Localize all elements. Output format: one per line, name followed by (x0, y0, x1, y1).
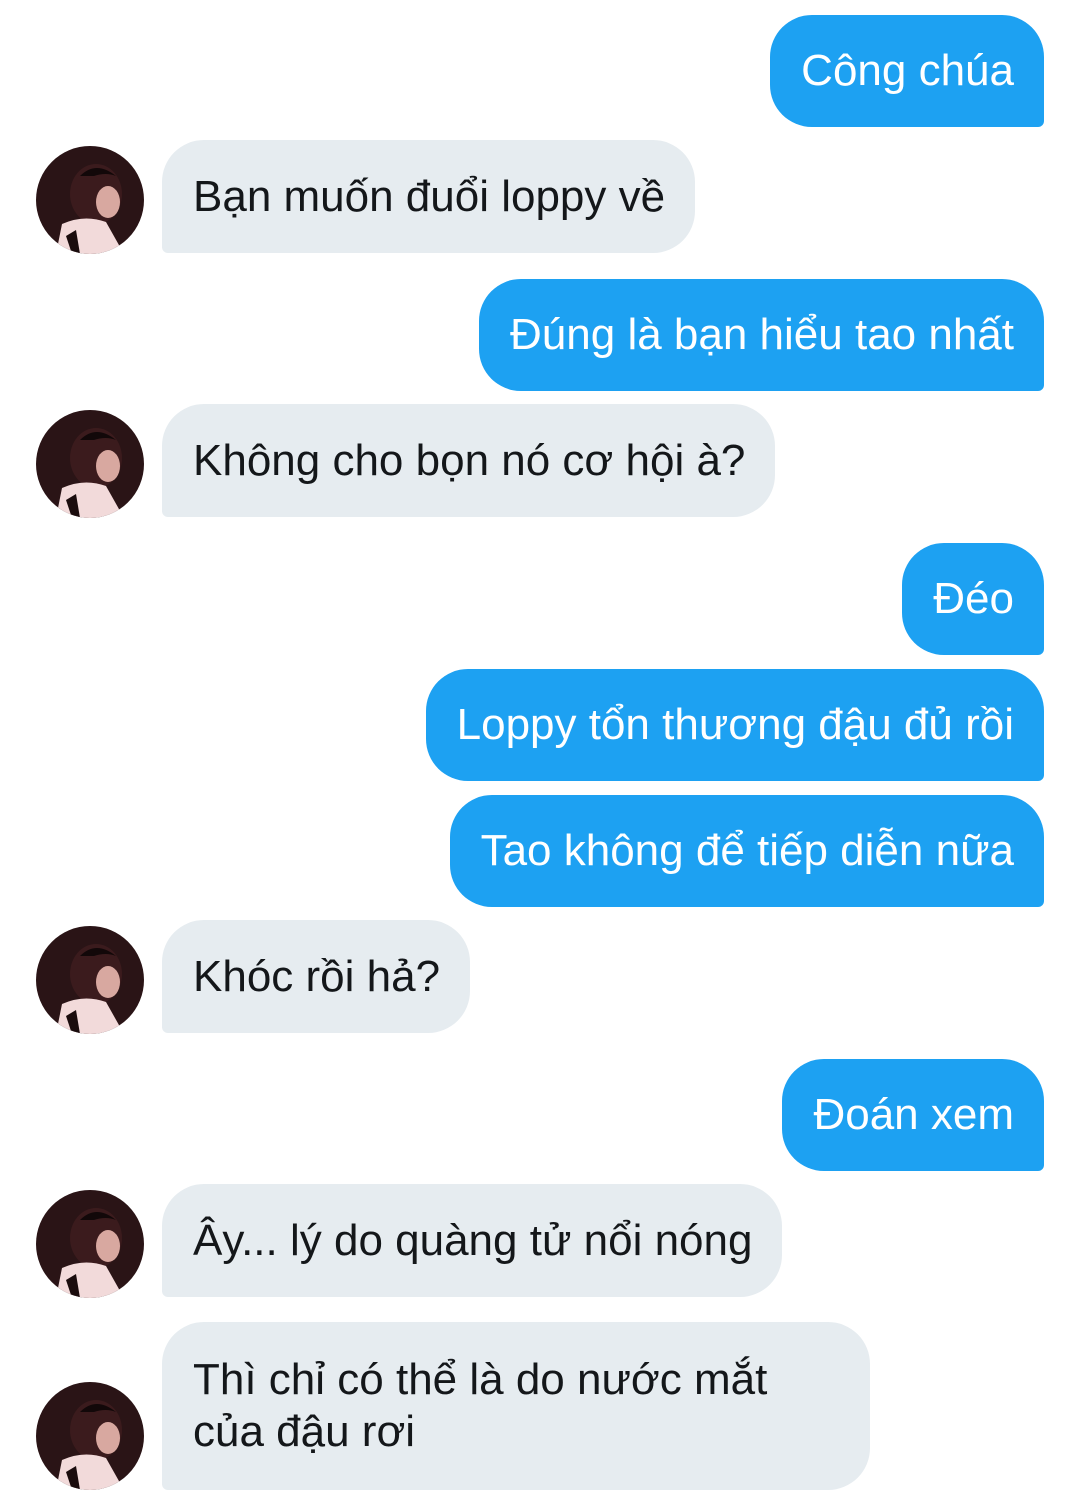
message-text: Ây... lý do quàng tử nổi nóng (193, 1215, 753, 1265)
conversation-thread: Công chúa Bạn muốn đuổi loppy về Đúng là… (0, 0, 1080, 1502)
message-text: Tao không để tiếp diễn nữa (480, 826, 1014, 875)
message-text: Công chúa (801, 46, 1014, 95)
message-text: Đoán xem (813, 1090, 1014, 1139)
message-bubble-outgoing[interactable]: Đúng là bạn hiểu tao nhất (479, 279, 1044, 391)
message-text: Không cho bọn nó cơ hội à? (193, 435, 746, 485)
message-text: Khóc rồi hả? (193, 951, 441, 1001)
message-text: Đéo (933, 574, 1014, 623)
contact-avatar-icon[interactable] (36, 410, 144, 518)
contact-avatar-icon[interactable] (36, 926, 144, 1034)
message-bubble-incoming[interactable]: Khóc rồi hả? (162, 920, 471, 1033)
message-bubble-outgoing[interactable]: Đoán xem (782, 1059, 1044, 1171)
message-bubble-incoming[interactable]: Thì chỉ có thể là do nước mắt của đậu rơ… (162, 1322, 870, 1490)
message-text: Loppy tổn thương đậu đủ rồi (456, 700, 1014, 749)
message-bubble-incoming[interactable]: Ây... lý do quàng tử nổi nóng (162, 1184, 783, 1297)
contact-avatar-icon[interactable] (36, 1382, 144, 1490)
message-text: Đúng là bạn hiểu tao nhất (510, 310, 1014, 359)
message-text: Thì chỉ có thể là do nước mắt của đậu rơ… (193, 1355, 768, 1456)
message-bubble-outgoing[interactable]: Loppy tổn thương đậu đủ rồi (425, 669, 1044, 781)
message-bubble-incoming[interactable]: Không cho bọn nó cơ hội à? (162, 404, 776, 517)
message-bubble-outgoing[interactable]: Công chúa (770, 15, 1044, 127)
message-text: Bạn muốn đuổi loppy về (193, 171, 666, 221)
contact-avatar-icon[interactable] (36, 146, 144, 254)
message-bubble-incoming[interactable]: Bạn muốn đuổi loppy về (162, 140, 696, 253)
contact-avatar-icon[interactable] (36, 1190, 144, 1298)
message-bubble-outgoing[interactable]: Đéo (902, 543, 1044, 655)
message-bubble-outgoing[interactable]: Tao không để tiếp diễn nữa (449, 795, 1044, 907)
